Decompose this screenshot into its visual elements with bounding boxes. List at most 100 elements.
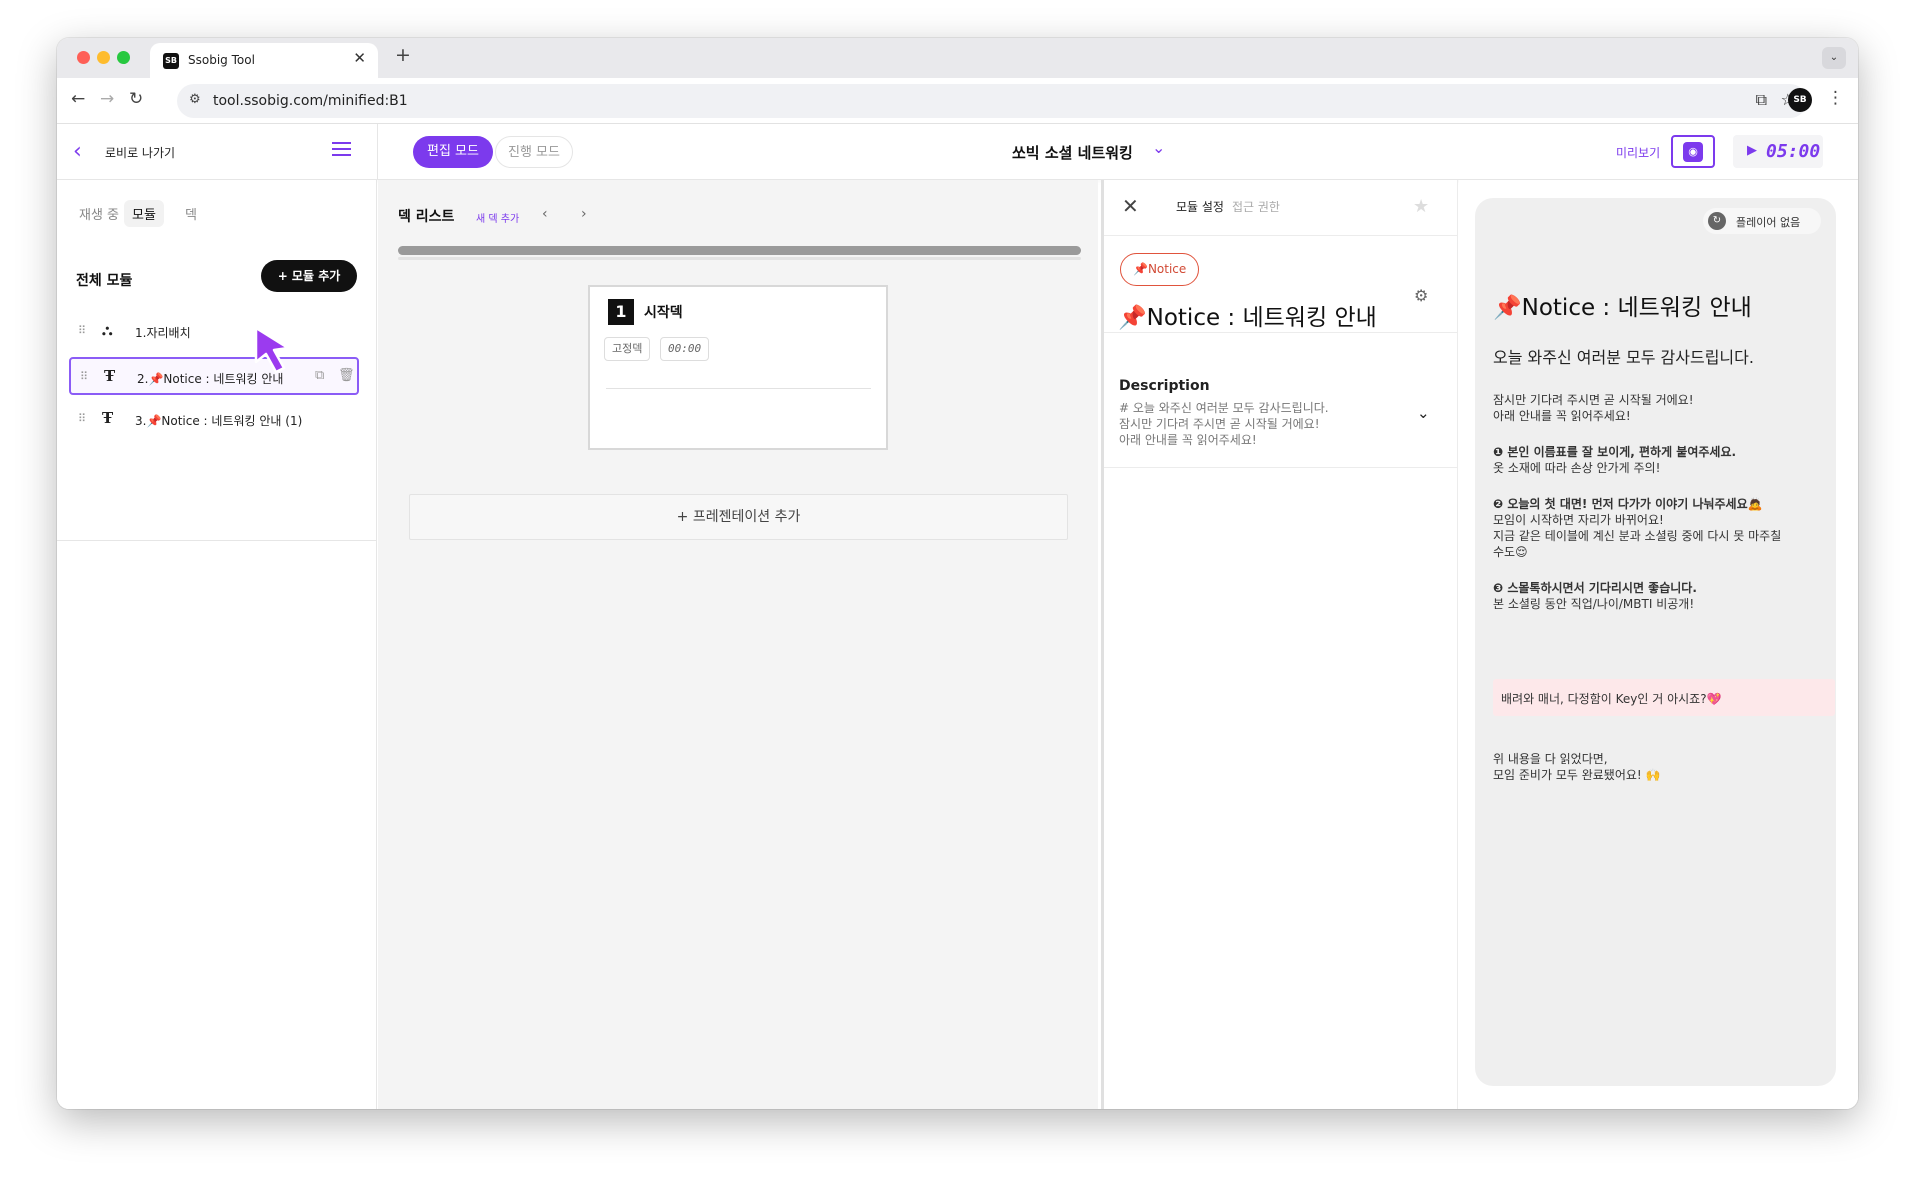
- deck-card[interactable]: 1 시작덱 고정덱 00:00: [588, 285, 888, 450]
- drag-handle-icon[interactable]: ⠿: [78, 412, 86, 425]
- settings-divider: [1104, 332, 1458, 333]
- play-icon: ▶: [1747, 143, 1757, 158]
- chevron-down-icon[interactable]: ⌄: [1152, 138, 1165, 157]
- session-title[interactable]: 쏘빅 소셜 네트워킹: [1012, 142, 1133, 163]
- description-line: 잠시만 기다려 주시면 곧 시작될 거에요!: [1119, 417, 1320, 431]
- hamburger-menu-icon[interactable]: [332, 142, 351, 160]
- preview-text: 잠시만 기다려 주시면 곧 시작될 거에요!: [1493, 393, 1694, 407]
- phone-preview: ↻ 플레이어 없음 📌Notice : 네트워킹 안내 오늘 와주신 여러분 모…: [1475, 198, 1836, 1086]
- fixed-deck-badge: 고정덱: [604, 337, 651, 361]
- preview-title: 📌Notice : 네트워킹 안내: [1493, 295, 1752, 321]
- timer-value: 05:00: [1766, 141, 1821, 162]
- browser-menu-icon[interactable]: ⋮: [1827, 88, 1844, 108]
- description-heading: Description: [1119, 378, 1210, 394]
- description-line: 아래 안내를 꼭 읽어주세요!: [1119, 433, 1257, 447]
- chevron-left-icon[interactable]: ‹: [542, 206, 548, 222]
- tab-access[interactable]: 접근 권한: [1232, 198, 1280, 215]
- browser-window: SB Ssobig Tool ✕ + ⌄ ← → ↻ ⚙ tool.ssobig…: [57, 38, 1858, 1109]
- close-window-button[interactable]: [77, 51, 90, 64]
- preview-point-title: ❸ 스몰톡하시면서 기다리시면 좋습니다.: [1493, 581, 1697, 595]
- module-item-1[interactable]: ⠿ ⛬ 1.자리배치: [69, 313, 359, 351]
- tab-title: Ssobig Tool: [188, 53, 255, 67]
- browser-tab[interactable]: SB Ssobig Tool ✕: [150, 43, 378, 78]
- module-tag[interactable]: 📌Notice: [1120, 253, 1200, 286]
- tab-strip: SB Ssobig Tool ✕ + ⌄: [57, 38, 1858, 78]
- card-divider: [606, 388, 871, 389]
- deck-title: 시작덱: [644, 305, 683, 321]
- tab-search-button[interactable]: ⌄: [1822, 47, 1846, 69]
- add-module-button[interactable]: + 모듈 추가: [261, 260, 357, 292]
- module-label: 3.📌Notice : 네트워킹 안내 (1): [135, 414, 303, 428]
- preview-text: 옷 소재에 따라 손상 안가게 주의!: [1493, 461, 1661, 475]
- minimize-window-button[interactable]: [97, 51, 110, 64]
- highlight-text: 배려와 매너, 다정함이 Key인 거 아시죠?💖: [1501, 692, 1722, 706]
- new-deck-link[interactable]: 새 덱 추가: [476, 210, 519, 225]
- new-tab-button[interactable]: +: [395, 44, 411, 66]
- open-external-icon[interactable]: ⧉: [1756, 90, 1767, 110]
- edit-mode-button[interactable]: 편집 모드: [413, 136, 493, 168]
- deck-time-badge: 00:00: [660, 337, 710, 361]
- url-text: tool.ssobig.com/minified:B1: [213, 93, 408, 109]
- preview-toggle-button[interactable]: ◉: [1671, 135, 1715, 168]
- text-icon: Ŧ: [104, 367, 116, 385]
- gear-icon[interactable]: ⚙: [1414, 286, 1428, 305]
- reload-icon[interactable]: ↻: [129, 89, 143, 109]
- seat-arrange-icon: ⛬: [102, 321, 113, 339]
- preview-text: 모임이 시작하면 자리가 바뀌어요!: [1493, 513, 1664, 527]
- address-bar-row: ← → ↻ ⚙ tool.ssobig.com/minified:B1 ⧉ ☆ …: [57, 78, 1858, 124]
- maximize-window-button[interactable]: [117, 51, 130, 64]
- mouse-cursor-icon: [254, 326, 290, 374]
- preview-text: 본 소셜링 동안 직업/나이/MBTI 비공개!: [1493, 597, 1695, 611]
- profile-avatar[interactable]: SB: [1788, 88, 1812, 112]
- deck-scrollbar-track: [398, 257, 1081, 260]
- back-arrow-icon[interactable]: ←: [71, 89, 85, 109]
- header-divider: [377, 124, 378, 180]
- deck-scrollbar[interactable]: [398, 246, 1081, 255]
- preview-point-title: ❶ 본인 이름표를 잘 보이게, 편하게 붙여주세요.: [1493, 445, 1737, 459]
- settings-divider: [1104, 235, 1458, 236]
- preview-panel: ↻ 플레이어 없음 📌Notice : 네트워킹 안내 오늘 와주신 여러분 모…: [1459, 180, 1858, 1109]
- chevron-left-icon[interactable]: ‹: [73, 139, 82, 164]
- tab-modules[interactable]: 모듈: [124, 200, 164, 227]
- run-mode-button[interactable]: 진행 모드: [495, 136, 573, 168]
- no-player-label: 플레이어 없음: [1736, 216, 1801, 229]
- favicon-icon: SB: [163, 53, 179, 69]
- preview-subtitle: 오늘 와주신 여러분 모두 감사드립니다.: [1493, 348, 1754, 367]
- no-player-badge[interactable]: ↻ 플레이어 없음: [1703, 208, 1821, 234]
- settings-divider: [1104, 467, 1458, 468]
- all-modules-title: 전체 모듈: [76, 273, 133, 289]
- close-icon[interactable]: ✕: [1122, 194, 1139, 218]
- sidebar-divider: [57, 540, 377, 541]
- tab-module-settings[interactable]: 모듈 설정: [1176, 198, 1224, 215]
- tab-decks[interactable]: 덱: [185, 204, 197, 223]
- add-presentation-button[interactable]: + 프레젠테이션 추가: [409, 494, 1068, 540]
- module-sidebar: 재생 중 모듈 덱 전체 모듈 + 모듈 추가 ⠿ ⛬ 1.자리배치 ⠿ Ŧ 2…: [57, 180, 377, 1109]
- drag-handle-icon[interactable]: ⠿: [80, 370, 88, 383]
- preview-text: 수도😌: [1493, 545, 1528, 559]
- module-item-2[interactable]: ⠿ Ŧ 2.📌Notice : 네트워킹 안내 ⧉ 🗑: [69, 357, 359, 395]
- tab-close-icon[interactable]: ✕: [353, 49, 366, 67]
- preview-text: 모임 준비가 모두 완료됐어요! 🙌: [1493, 768, 1661, 782]
- chevron-down-icon[interactable]: ⌄: [1417, 404, 1430, 422]
- timer-button[interactable]: ▶ 05:00: [1733, 135, 1823, 168]
- trash-icon[interactable]: 🗑: [338, 368, 355, 383]
- star-icon[interactable]: ★: [1413, 196, 1429, 217]
- url-field[interactable]: ⚙ tool.ssobig.com/minified:B1 ⧉ ☆: [177, 84, 1807, 118]
- description-line: # 오늘 와주신 여러분 모두 감사드립니다.: [1119, 401, 1329, 415]
- module-item-3[interactable]: ⠿ Ŧ 3.📌Notice : 네트워킹 안내 (1): [69, 401, 359, 439]
- text-icon: Ŧ: [102, 409, 114, 427]
- site-info-icon[interactable]: ⚙: [189, 92, 201, 107]
- drag-handle-icon[interactable]: ⠿: [78, 324, 86, 337]
- module-settings-panel: ✕ 모듈 설정 접근 권한 ★ 📌Notice ⚙ 📌Notice : 네트워킹…: [1101, 180, 1458, 1109]
- duplicate-icon[interactable]: ⧉: [315, 368, 324, 383]
- preview-text: 아래 안내를 꼭 읽어주세요!: [1493, 409, 1631, 423]
- app-header: ‹ 로비로 나가기 편집 모드 진행 모드 쏘빅 소셜 네트워킹 ⌄ 미리보기 …: [57, 124, 1858, 180]
- back-to-lobby-link[interactable]: 로비로 나가기: [105, 144, 175, 161]
- preview-text: 지금 같은 테이블에 계신 분과 소셜링 중에 다시 못 마주칠: [1493, 529, 1782, 543]
- forward-arrow-icon[interactable]: →: [100, 89, 114, 109]
- preview-label: 미리보기: [1616, 146, 1661, 160]
- tab-playing[interactable]: 재생 중: [79, 204, 119, 223]
- chevron-right-icon[interactable]: ›: [581, 206, 587, 222]
- refresh-icon: ↻: [1708, 212, 1726, 230]
- deck-list-title: 덱 리스트: [398, 209, 455, 225]
